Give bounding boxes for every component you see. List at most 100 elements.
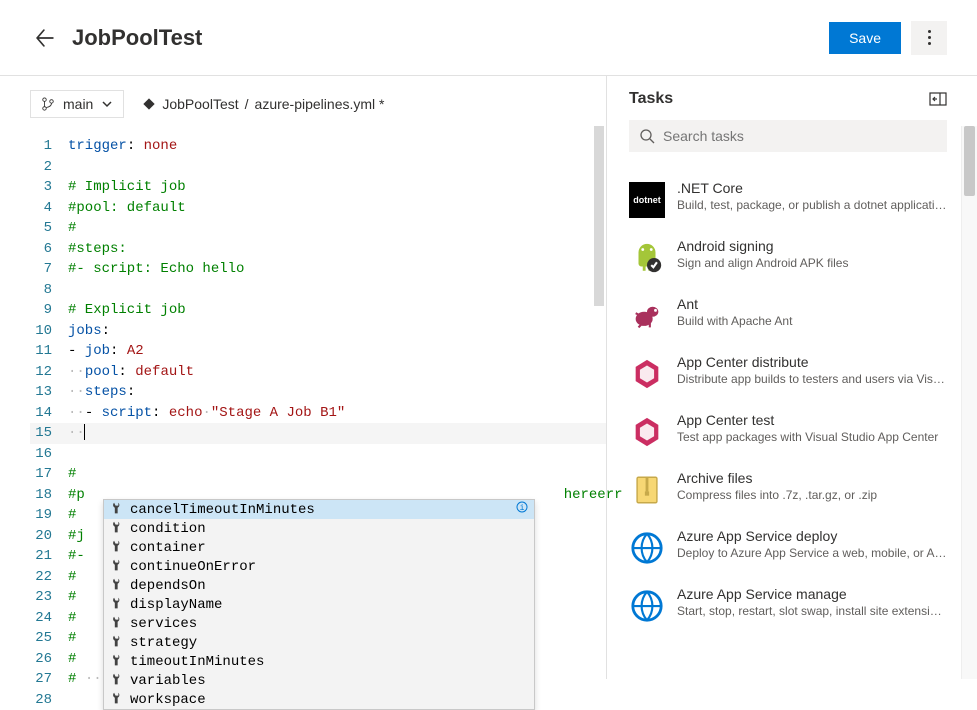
breadcrumb: JobPoolTest / azure-pipelines.yml * xyxy=(142,96,384,112)
task-item[interactable]: Android signingSign and align Android AP… xyxy=(607,228,977,286)
editor-line[interactable]: 17# xyxy=(30,464,606,485)
autocomplete-item[interactable]: continueOnError xyxy=(104,557,534,576)
autocomplete-label: cancelTimeoutInMinutes xyxy=(130,502,512,518)
task-item[interactable]: Azure App Service manageStart, stop, res… xyxy=(607,576,977,634)
line-content: ··- script: echo·"Stage A Job B1" xyxy=(68,403,606,424)
zip-icon xyxy=(629,472,665,508)
autocomplete-item[interactable]: services xyxy=(104,614,534,633)
task-name: Ant xyxy=(677,296,947,312)
wrench-icon xyxy=(110,672,126,689)
task-item[interactable]: App Center test Test app packages with Vi… xyxy=(607,402,977,460)
wrench-icon xyxy=(110,596,126,613)
line-number: 5 xyxy=(30,218,68,239)
more-actions-button[interactable] xyxy=(911,21,947,55)
wrench-icon xyxy=(110,539,126,556)
editor-line[interactable]: 5# xyxy=(30,218,606,239)
editor-line[interactable]: 7#- script: Echo hello xyxy=(30,259,606,280)
dotnet-icon: dotnet xyxy=(629,182,665,218)
autocomplete-popup[interactable]: cancelTimeoutInMinutesi conditioncontaine… xyxy=(103,499,535,710)
line-number: 1 xyxy=(30,136,68,157)
line-number: 26 xyxy=(30,649,68,670)
task-desc: Start, stop, restart, slot swap, install… xyxy=(677,604,947,618)
branch-selector[interactable]: main xyxy=(30,90,124,118)
task-item[interactable]: App Center distributeDistribute app buil… xyxy=(607,344,977,402)
editor-line[interactable]: 14··- script: echo·"Stage A Job B1" xyxy=(30,403,606,424)
line-number: 20 xyxy=(30,526,68,547)
breadcrumb-repo[interactable]: JobPoolTest xyxy=(162,96,238,112)
autocomplete-item[interactable]: container xyxy=(104,538,534,557)
line-number: 17 xyxy=(30,464,68,485)
task-item[interactable]: Azure App Service deployDeploy to Azure … xyxy=(607,518,977,576)
autocomplete-item[interactable]: workspace xyxy=(104,690,534,709)
task-name: App Center test xyxy=(677,412,947,428)
autocomplete-label: condition xyxy=(130,521,528,537)
editor-line[interactable]: 8 xyxy=(30,280,606,301)
wrench-icon xyxy=(110,634,126,651)
android-icon xyxy=(629,240,665,276)
line-number: 9 xyxy=(30,300,68,321)
line-content xyxy=(68,157,606,178)
task-desc: Sign and align Android APK files xyxy=(677,256,947,270)
line-content: # xyxy=(68,464,606,485)
editor-line[interactable]: 10jobs: xyxy=(30,321,606,342)
tasks-pane: Tasks dotnet.NET CoreBuild, test, packag… xyxy=(607,76,977,679)
tasks-search-input[interactable] xyxy=(663,128,937,144)
line-number: 24 xyxy=(30,608,68,629)
editor-line[interactable]: 3# Implicit job xyxy=(30,177,606,198)
branch-name: main xyxy=(63,96,93,112)
editor-line[interactable]: 2 xyxy=(30,157,606,178)
editor-line[interactable]: 6#steps: xyxy=(30,239,606,260)
autocomplete-item[interactable]: timeoutInMinutes xyxy=(104,652,534,671)
repo-icon xyxy=(142,97,156,111)
save-button[interactable]: Save xyxy=(829,22,901,54)
search-icon xyxy=(639,128,655,144)
editor-scrollbar[interactable] xyxy=(592,126,606,679)
task-desc: Test app packages with Visual Studio App… xyxy=(677,430,947,444)
wrench-icon xyxy=(110,653,126,670)
autocomplete-label: dependsOn xyxy=(130,578,528,594)
appcenter-icon xyxy=(629,414,665,450)
line-number: 23 xyxy=(30,587,68,608)
tasks-search[interactable] xyxy=(629,120,947,152)
line-number: 3 xyxy=(30,177,68,198)
editor-line[interactable]: 4#pool: default xyxy=(30,198,606,219)
autocomplete-item[interactable]: strategy xyxy=(104,633,534,652)
autocomplete-item[interactable]: cancelTimeoutInMinutesi xyxy=(104,500,534,519)
editor-line[interactable]: 11- job: A2 xyxy=(30,341,606,362)
breadcrumb-separator: / xyxy=(245,96,249,112)
fullscreen-icon[interactable] xyxy=(929,92,947,106)
line-number: 28 xyxy=(30,690,68,710)
task-item[interactable]: Archive filesCompress files into .7z, .t… xyxy=(607,460,977,518)
task-item[interactable]: dotnet.NET CoreBuild, test, package, or … xyxy=(607,170,977,228)
editor-line[interactable]: 13··steps: xyxy=(30,382,606,403)
azure-icon xyxy=(629,530,665,566)
line-number: 16 xyxy=(30,444,68,465)
editor-line[interactable]: 16 xyxy=(30,444,606,465)
line-content: ··steps: xyxy=(68,382,606,403)
line-content: #- script: Echo hello xyxy=(68,259,606,280)
autocomplete-label: continueOnError xyxy=(130,559,528,575)
line-content: jobs: xyxy=(68,321,606,342)
autocomplete-item[interactable]: displayName xyxy=(104,595,534,614)
autocomplete-item[interactable]: condition xyxy=(104,519,534,538)
editor-line[interactable]: 15·· xyxy=(30,423,606,444)
autocomplete-item[interactable]: dependsOn xyxy=(104,576,534,595)
line-content: #steps: xyxy=(68,239,606,260)
appcenter-icon xyxy=(629,356,665,392)
line-number: 7 xyxy=(30,259,68,280)
task-name: Archive files xyxy=(677,470,947,486)
line-number: 6 xyxy=(30,239,68,260)
info-icon[interactable]: i xyxy=(512,501,528,518)
line-number: 10 xyxy=(30,321,68,342)
back-arrow-icon[interactable] xyxy=(36,29,54,47)
task-name: App Center distribute xyxy=(677,354,947,370)
editor-line[interactable]: 1trigger: none xyxy=(30,136,606,157)
editor-line[interactable]: 12··pool: default xyxy=(30,362,606,383)
task-item[interactable]: AntBuild with Apache Ant xyxy=(607,286,977,344)
line-number: 8 xyxy=(30,280,68,301)
editor-line[interactable]: 9# Explicit job xyxy=(30,300,606,321)
tasks-scrollbar[interactable] xyxy=(961,126,977,679)
autocomplete-item[interactable]: variables xyxy=(104,671,534,690)
autocomplete-label: services xyxy=(130,616,528,632)
line-content xyxy=(68,444,606,465)
